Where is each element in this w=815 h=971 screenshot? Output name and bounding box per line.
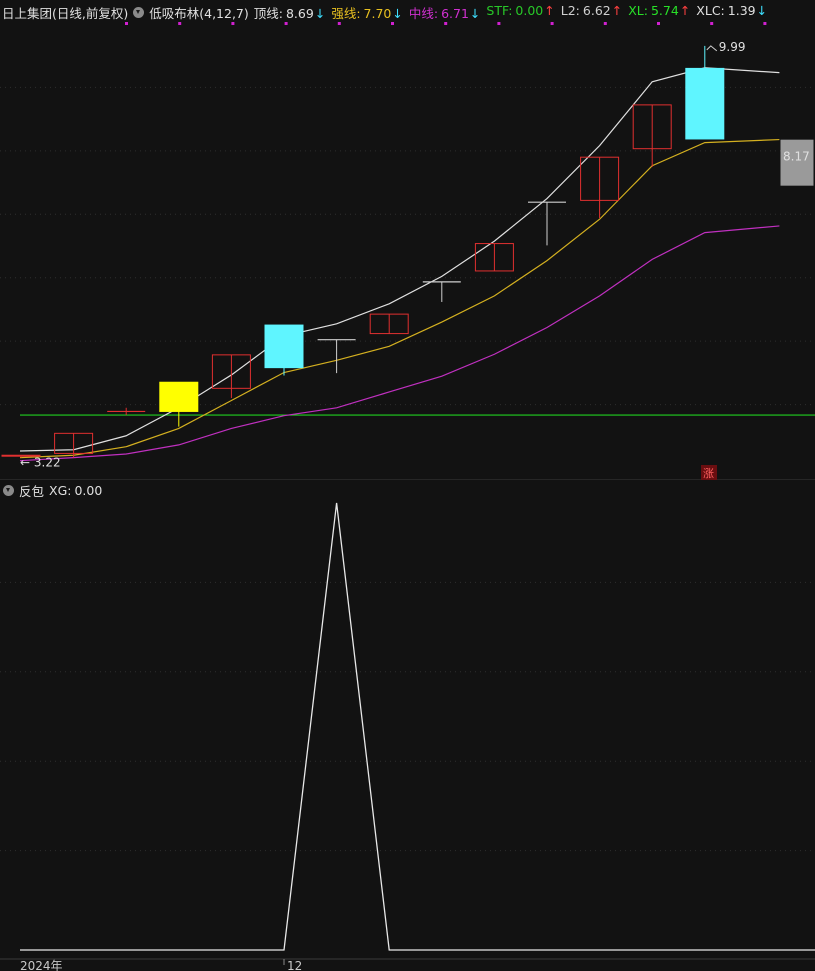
top-dot-marker: [125, 22, 128, 25]
candle[interactable]: [369, 313, 409, 335]
candle-body: [685, 67, 725, 140]
xg-label: XG:: [49, 482, 72, 498]
top-dot-marker: [550, 22, 554, 25]
candle[interactable]: [107, 407, 146, 416]
candle[interactable]: [685, 45, 725, 140]
candle[interactable]: [422, 281, 461, 302]
mid-line: [19, 225, 780, 462]
candle[interactable]: [211, 354, 251, 399]
candle[interactable]: [54, 432, 94, 458]
candle-body: [159, 381, 199, 412]
sub-indicator-dropdown-icon[interactable]: [3, 484, 14, 496]
candle[interactable]: [159, 381, 199, 427]
top-dot-marker: [657, 22, 660, 25]
top-dot-marker: [497, 22, 501, 25]
x-tick-month: 12: [287, 959, 302, 971]
last-price-label: 8.17: [783, 150, 810, 164]
high-pointer-icon: [706, 45, 718, 52]
top-dot-marker: [763, 22, 767, 25]
low-price-label: ← 3.22: [20, 456, 61, 470]
zhang-text: 涨: [703, 467, 714, 480]
top-dot-marker: [444, 22, 448, 25]
candle[interactable]: [474, 243, 514, 272]
top-dot-marker: [391, 22, 394, 25]
top-line: [19, 67, 780, 452]
candle[interactable]: [264, 324, 304, 376]
sub-chart-header: 反包 XG: 0.00: [0, 480, 107, 500]
candle[interactable]: [632, 104, 672, 167]
top-dot-marker: [231, 22, 235, 25]
xg-value: 0.00: [74, 482, 103, 498]
candle-body: [264, 324, 304, 369]
top-dot-marker: [603, 22, 607, 25]
xg-series-line: [20, 502, 815, 951]
candlestick-chart[interactable]: 9.99 ← 3.22 8.17 涨: [0, 0, 815, 480]
top-dot-marker: [284, 22, 288, 25]
top-dot-marker: [710, 22, 714, 25]
top-dot-marker: [178, 22, 182, 25]
top-dot-marker: [337, 22, 341, 25]
sub-indicator-name[interactable]: 反包: [19, 481, 44, 500]
x-tick-year: 2024年: [20, 959, 63, 971]
candle[interactable]: [580, 156, 620, 219]
high-price-label: 9.99: [719, 40, 746, 54]
